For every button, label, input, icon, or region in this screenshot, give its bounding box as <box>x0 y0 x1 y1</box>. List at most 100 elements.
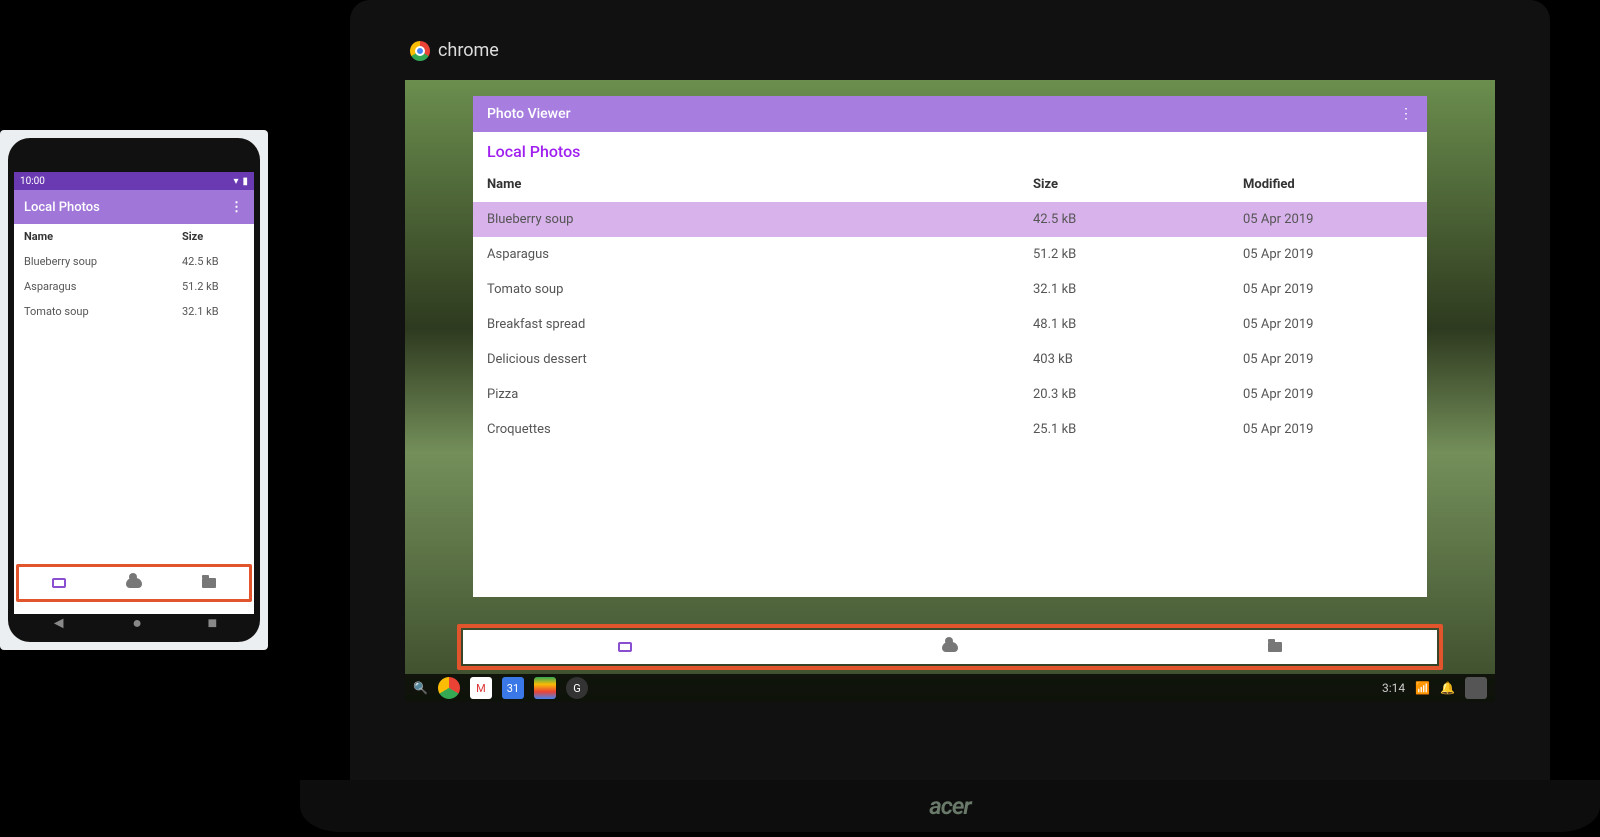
bottom-nav <box>463 630 1437 664</box>
cell-name: Asparagus <box>487 247 1033 262</box>
phone-bottom-nav <box>21 569 247 597</box>
cloud-icon <box>126 578 142 588</box>
cell-name: Blueberry soup <box>24 255 182 268</box>
phone-bottomnav-highlight <box>16 564 252 602</box>
avatar[interactable] <box>1465 677 1487 699</box>
folder-icon <box>1268 642 1282 652</box>
cell-modified: 05 Apr 2019 <box>1243 387 1413 402</box>
bottomnav-highlight <box>457 624 1443 670</box>
cell-name: Asparagus <box>24 280 182 293</box>
cell-size: 51.2 kB <box>182 280 244 293</box>
cell-size: 32.1 kB <box>182 305 244 318</box>
photo-viewer-window: Photo Viewer ⋮ Local Photos Name Size Mo… <box>473 96 1427 597</box>
overflow-menu-icon[interactable]: ⋮ <box>230 200 244 215</box>
chromeos-desktop: Photo Viewer ⋮ Local Photos Name Size Mo… <box>405 80 1495 702</box>
cell-modified: 05 Apr 2019 <box>1243 422 1413 437</box>
nav-photos[interactable] <box>463 630 788 664</box>
phone-app-bar: Local Photos ⋮ <box>14 190 254 224</box>
nav-cloud[interactable] <box>96 569 171 597</box>
chrome-brand-text: chrome <box>438 40 499 61</box>
laptop-lid: chrome Photo Viewer ⋮ Local Photos Name … <box>350 0 1550 780</box>
cell-modified: 05 Apr 2019 <box>1243 352 1413 367</box>
table-header: Name Size Modified <box>473 167 1427 202</box>
taskbar-calendar-icon[interactable]: 31 <box>502 677 524 699</box>
app-subtitle: Local Photos <box>473 132 1427 167</box>
laptop-brand-label: acer <box>929 792 971 820</box>
nav-cloud[interactable] <box>788 630 1113 664</box>
cell-size: 42.5 kB <box>182 255 244 268</box>
col-size: Size <box>1033 177 1243 192</box>
table-row[interactable]: Croquettes 25.1 kB 05 Apr 2019 <box>473 412 1427 447</box>
cell-size: 25.1 kB <box>1033 422 1243 437</box>
cell-name: Tomato soup <box>487 282 1033 297</box>
cell-name: Pizza <box>487 387 1033 402</box>
photo-icon <box>618 642 632 652</box>
cell-name: Tomato soup <box>24 305 182 318</box>
chrome-brand: chrome <box>410 40 499 61</box>
wifi-icon[interactable]: 📶 <box>1415 681 1430 695</box>
table-row[interactable]: Asparagus 51.2 kB 05 Apr 2019 <box>473 237 1427 272</box>
taskbar-maps-icon[interactable] <box>534 677 556 699</box>
cell-modified: 05 Apr 2019 <box>1243 212 1413 227</box>
app-blank-area <box>473 447 1427 597</box>
app-bar: Photo Viewer ⋮ <box>473 96 1427 132</box>
app-title: Photo Viewer <box>487 106 571 122</box>
table-row[interactable]: Delicious dessert 403 kB 05 Apr 2019 <box>473 342 1427 377</box>
cell-size: 42.5 kB <box>1033 212 1243 227</box>
table-row[interactable]: Asparagus 51.2 kB <box>14 274 254 299</box>
cell-name: Delicious dessert <box>487 352 1033 367</box>
taskbar-chrome-icon[interactable] <box>438 677 460 699</box>
col-size: Size <box>182 230 244 243</box>
cell-modified: 05 Apr 2019 <box>1243 317 1413 332</box>
table-row[interactable]: Blueberry soup 42.5 kB <box>14 249 254 274</box>
taskbar-clock[interactable]: 3:14 <box>1382 681 1405 695</box>
home-icon[interactable]: ● <box>132 613 142 633</box>
nav-photos[interactable] <box>21 569 96 597</box>
phone-app-title: Local Photos <box>24 200 100 215</box>
cell-size: 48.1 kB <box>1033 317 1243 332</box>
cell-size: 32.1 kB <box>1033 282 1243 297</box>
android-system-nav: ◄ ● ■ <box>18 614 250 632</box>
launcher-search-icon[interactable]: 🔍 <box>413 681 428 695</box>
cell-size: 20.3 kB <box>1033 387 1243 402</box>
wifi-icon: ▾ <box>233 176 238 187</box>
table-row[interactable]: Blueberry soup 42.5 kB 05 Apr 2019 <box>473 202 1427 237</box>
table-row[interactable]: Tomato soup 32.1 kB <box>14 299 254 324</box>
laptop-base: acer <box>300 780 1600 832</box>
chromeos-taskbar: 🔍 M 31 G 3:14 📶 🔔 <box>405 674 1495 702</box>
nav-folder[interactable] <box>1112 630 1437 664</box>
photos-table: Name Size Modified Blueberry soup 42.5 k… <box>473 167 1427 447</box>
table-row[interactable]: Tomato soup 32.1 kB 05 Apr 2019 <box>473 272 1427 307</box>
recents-icon[interactable]: ■ <box>208 613 218 633</box>
cell-name: Breakfast spread <box>487 317 1033 332</box>
folder-icon <box>202 578 216 588</box>
cell-size: 403 kB <box>1033 352 1243 367</box>
chrome-logo-icon <box>410 41 430 61</box>
taskbar-app-icon[interactable]: G <box>566 677 588 699</box>
phone-table-header: Name Size <box>14 224 254 249</box>
col-name: Name <box>487 177 1033 192</box>
phone-clock: 10:00 <box>20 176 45 187</box>
cell-size: 51.2 kB <box>1033 247 1243 262</box>
laptop-device-frame: chrome Photo Viewer ⋮ Local Photos Name … <box>300 0 1600 837</box>
cell-name: Blueberry soup <box>487 212 1033 227</box>
nav-folder[interactable] <box>172 569 247 597</box>
notifications-icon[interactable]: 🔔 <box>1440 681 1455 695</box>
back-icon[interactable]: ◄ <box>51 613 67 633</box>
cell-modified: 05 Apr 2019 <box>1243 282 1413 297</box>
cell-name: Croquettes <box>487 422 1033 437</box>
taskbar-gmail-icon[interactable]: M <box>470 677 492 699</box>
table-row[interactable]: Breakfast spread 48.1 kB 05 Apr 2019 <box>473 307 1427 342</box>
phone-content-table: Name Size Blueberry soup 42.5 kB Asparag… <box>14 224 254 614</box>
battery-icon: ▮ <box>242 176 248 187</box>
phone-device-body: 10:00 ▾ ▮ Local Photos ⋮ Name Size Blueb… <box>8 138 260 642</box>
phone-device-frame: 10:00 ▾ ▮ Local Photos ⋮ Name Size Blueb… <box>0 130 268 650</box>
cloud-icon <box>942 642 958 652</box>
cell-modified: 05 Apr 2019 <box>1243 247 1413 262</box>
overflow-menu-icon[interactable]: ⋮ <box>1399 106 1413 122</box>
col-name: Name <box>24 230 182 243</box>
photo-icon <box>52 578 66 588</box>
table-row[interactable]: Pizza 20.3 kB 05 Apr 2019 <box>473 377 1427 412</box>
phone-status-bar: 10:00 ▾ ▮ <box>14 172 254 190</box>
phone-screen: 10:00 ▾ ▮ Local Photos ⋮ Name Size Blueb… <box>14 172 254 614</box>
